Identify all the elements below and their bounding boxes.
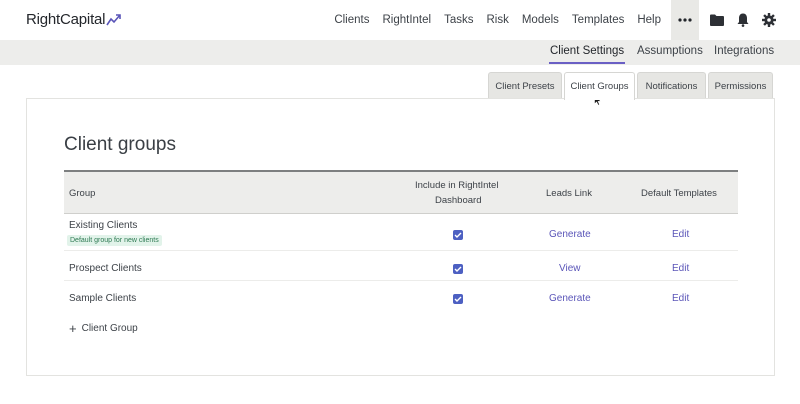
leads-generate-link[interactable]: Generate [549, 229, 591, 240]
client-groups-panel: Client groups Group Include in RightInte… [26, 98, 775, 376]
leads-view-link[interactable]: View [559, 263, 581, 274]
tab-label: Client Presets [495, 80, 555, 92]
include-checkbox[interactable] [453, 294, 463, 304]
header-include-line2: Dashboard [435, 195, 482, 206]
add-client-group-button[interactable]: + Client Group [69, 320, 138, 336]
subnav-integrations[interactable]: Integrations [714, 45, 774, 57]
more-icon[interactable] [671, 0, 699, 40]
default-group-badge: Default group for new clients [67, 235, 162, 246]
check-icon [454, 296, 462, 302]
header-leads-link: Leads Link [546, 188, 592, 199]
templates-edit-link[interactable]: Edit [672, 263, 689, 274]
table-header: Group Include in RightIntel Dashboard Le… [64, 170, 738, 214]
client-groups-table: Group Include in RightIntel Dashboard Le… [64, 170, 738, 311]
subnav-assumptions[interactable]: Assumptions [637, 45, 703, 57]
logo[interactable]: RightCapital [26, 11, 122, 28]
tab-label: Permissions [714, 80, 767, 92]
nav-help[interactable]: Help [637, 14, 661, 26]
header-group: Group [69, 188, 96, 199]
add-client-group-label: Client Group [81, 323, 138, 334]
nav-templates[interactable]: Templates [572, 14, 624, 26]
folder-icon[interactable] [704, 0, 730, 40]
settings-subnav: Client Settings Assumptions Integrations [0, 40, 800, 65]
tab-permissions[interactable]: Permissions [708, 72, 773, 99]
subnav-client-settings[interactable]: Client Settings [550, 45, 624, 57]
bell-icon[interactable] [730, 0, 756, 40]
nav-risk[interactable]: Risk [486, 14, 508, 26]
leads-generate-link[interactable]: Generate [549, 293, 591, 304]
gear-icon[interactable] [756, 0, 782, 40]
tab-notifications[interactable]: Notifications [637, 72, 706, 99]
main-nav: Clients RightIntel Tasks Risk Models Tem… [334, 0, 800, 40]
table-row: Sample Clients Generate Edit [64, 281, 738, 311]
active-subnav-indicator [549, 62, 625, 64]
check-icon [454, 266, 462, 272]
nav-tasks[interactable]: Tasks [444, 14, 473, 26]
tab-client-groups[interactable]: Client Groups [564, 72, 635, 100]
table-row: Prospect Clients View Edit [64, 251, 738, 281]
plus-icon: + [69, 320, 77, 336]
tab-client-presets[interactable]: Client Presets [488, 72, 562, 99]
check-icon [454, 232, 462, 238]
page-title: Client groups [64, 134, 176, 155]
nav-rightintel[interactable]: RightIntel [382, 14, 431, 26]
top-navbar: RightCapital Clients RightIntel Tasks Ri… [0, 0, 800, 40]
tab-label: Notifications [645, 80, 698, 92]
group-name: Existing Clients [69, 220, 138, 231]
nav-models[interactable]: Models [522, 14, 559, 26]
tab-label: Client Groups [570, 81, 629, 92]
logo-chart-icon [106, 13, 122, 25]
nav-clients[interactable]: Clients [334, 14, 369, 26]
templates-edit-link[interactable]: Edit [672, 229, 689, 240]
templates-edit-link[interactable]: Edit [672, 293, 689, 304]
group-name: Sample Clients [69, 293, 137, 304]
brand-name: RightCapital [26, 11, 106, 28]
header-include-line1: Include in RightIntel [415, 180, 499, 191]
include-checkbox[interactable] [453, 264, 463, 274]
table-row: Existing Clients Default group for new c… [64, 214, 738, 251]
include-checkbox[interactable] [453, 230, 463, 240]
header-default-templates: Default Templates [641, 188, 717, 199]
group-name: Prospect Clients [69, 263, 142, 274]
